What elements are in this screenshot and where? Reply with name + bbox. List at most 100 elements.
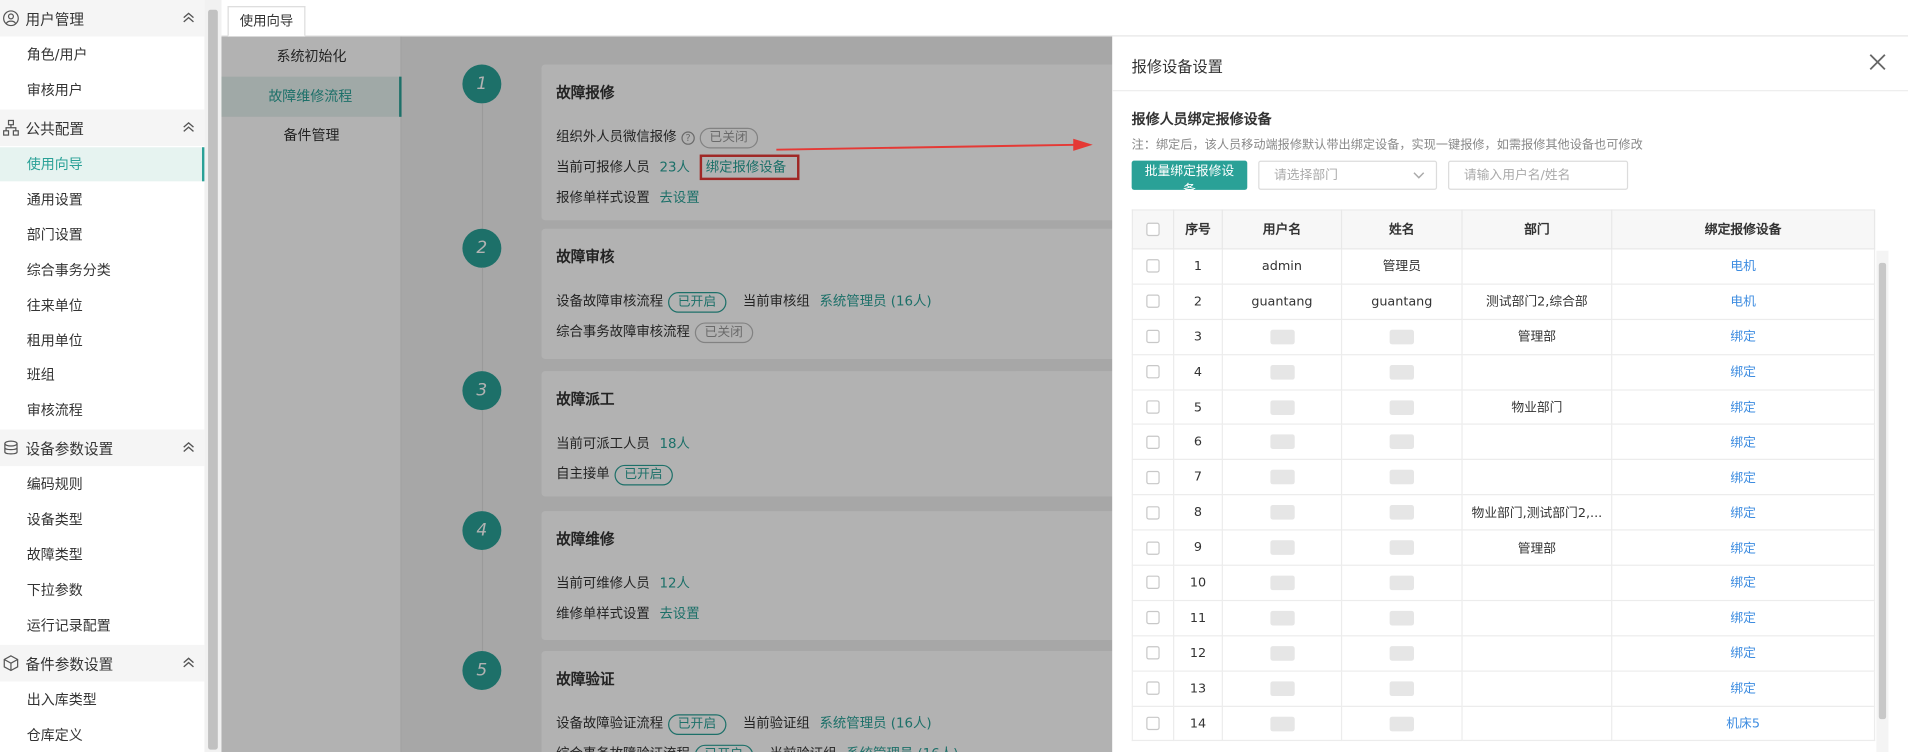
sidebar-item[interactable]: 部门设置	[0, 218, 204, 252]
sidebar-scrollbar[interactable]	[204, 0, 222, 752]
row-checkbox[interactable]	[1146, 681, 1160, 695]
bound-device-link[interactable]: 绑定	[1611, 353, 1876, 391]
user-search-input[interactable]	[1448, 160, 1629, 190]
bound-device-link[interactable]: 绑定	[1611, 494, 1876, 531]
username-cell	[1221, 670, 1343, 707]
bound-device-link[interactable]: 绑定	[1611, 529, 1876, 566]
username-cell	[1221, 634, 1343, 672]
drawer-title: 报修设备设置	[1131, 57, 1223, 76]
name-cell	[1340, 459, 1463, 496]
chevron-up-icon[interactable]	[181, 655, 196, 670]
tab-bar: 使用向导	[221, 0, 1908, 37]
row-checkbox[interactable]	[1146, 330, 1160, 344]
bound-device-link[interactable]: 绑定	[1611, 564, 1876, 602]
bound-device-link[interactable]: 绑定	[1611, 670, 1876, 707]
row-checkbox[interactable]	[1146, 611, 1160, 625]
close-icon[interactable]	[1867, 51, 1889, 73]
chevron-up-icon[interactable]	[181, 119, 196, 134]
bound-device-link[interactable]: 绑定	[1611, 388, 1876, 426]
cube-icon	[2, 655, 19, 672]
sidebar-scrollbar-thumb[interactable]	[208, 9, 218, 750]
name-cell	[1340, 424, 1463, 461]
row-checkbox[interactable]	[1146, 400, 1160, 414]
sidebar-group-label: 公共配置	[25, 119, 84, 137]
bound-device-link[interactable]: 绑定	[1611, 459, 1876, 496]
row-select-cell	[1131, 388, 1175, 426]
masked-text	[1269, 645, 1295, 661]
sidebar-item[interactable]: 角色/用户	[0, 38, 204, 72]
bound-device-link[interactable]: 绑定	[1611, 599, 1876, 637]
bound-device-link[interactable]: 绑定	[1611, 318, 1876, 355]
table-scrollbar-thumb[interactable]	[1878, 262, 1887, 720]
sidebar-item[interactable]: 通用设置	[0, 182, 204, 216]
chevron-down-icon	[1413, 172, 1425, 179]
department-cell	[1461, 353, 1613, 391]
row-number: 10	[1173, 564, 1223, 602]
row-select-cell	[1131, 318, 1175, 355]
masked-text	[1389, 505, 1414, 520]
bound-device-link[interactable]: 机床5	[1611, 705, 1876, 742]
table-row: 2 guantang guantang 测试部门2,综合部 电机	[1131, 283, 1876, 320]
sidebar-group-4[interactable]: 备件参数设置	[0, 644, 205, 682]
row-select-cell	[1131, 353, 1175, 391]
row-checkbox[interactable]	[1146, 540, 1160, 555]
row-number: 3	[1173, 318, 1223, 355]
row-checkbox[interactable]	[1146, 470, 1160, 485]
bound-device-link[interactable]: 电机	[1611, 248, 1876, 285]
select-all-cell	[1131, 209, 1175, 250]
sidebar-item[interactable]: 租用单位	[0, 323, 204, 357]
department-select[interactable]: 请选择部门	[1258, 160, 1438, 190]
batch-bind-button[interactable]: 批量绑定报修设备	[1131, 160, 1248, 197]
sidebar-item[interactable]: 审核用户	[0, 73, 204, 107]
bound-device-link[interactable]: 电机	[1611, 283, 1876, 320]
row-checkbox[interactable]	[1146, 435, 1160, 449]
tab-usage-guide[interactable]: 使用向导	[227, 6, 306, 37]
name-cell	[1340, 564, 1463, 602]
select-all-checkbox[interactable]	[1146, 222, 1160, 237]
row-checkbox[interactable]	[1146, 294, 1160, 309]
row-checkbox[interactable]	[1146, 259, 1160, 274]
row-checkbox[interactable]	[1146, 365, 1160, 379]
row-checkbox[interactable]	[1146, 505, 1160, 520]
sidebar-item[interactable]: 出入库类型	[0, 683, 204, 717]
department-cell: 物业部门	[1461, 388, 1613, 426]
sidebar-item[interactable]: 综合事务分类	[0, 253, 204, 287]
row-number: 5	[1173, 388, 1223, 426]
sidebar-group-2[interactable]: 公共配置	[0, 109, 205, 147]
masked-text	[1269, 540, 1295, 555]
sidebar-group-1[interactable]: 用户管理	[0, 0, 205, 37]
username-cell: guantang	[1221, 283, 1343, 320]
sidebar-item[interactable]: 编码规则	[0, 467, 204, 501]
department-select-placeholder: 请选择部门	[1274, 167, 1338, 183]
sidebar-item[interactable]: 故障类型	[0, 538, 204, 572]
row-checkbox[interactable]	[1146, 646, 1160, 660]
username-cell	[1221, 459, 1343, 496]
table-scrollbar[interactable]	[1876, 250, 1889, 752]
sidebar-item[interactable]: 使用向导	[0, 147, 205, 182]
sidebar-item[interactable]: 下拉参数	[0, 573, 204, 607]
masked-text	[1389, 364, 1414, 380]
row-number: 1	[1173, 248, 1223, 285]
row-select-cell	[1131, 424, 1175, 461]
name-cell	[1340, 599, 1463, 637]
masked-text	[1269, 470, 1295, 485]
table-row: 4 绑定	[1131, 353, 1876, 391]
sidebar-group-3[interactable]: 设备参数设置	[0, 429, 205, 467]
sidebar-item[interactable]: 设备类型	[0, 502, 204, 536]
row-checkbox[interactable]	[1146, 716, 1160, 731]
sidebar-item[interactable]: 往来单位	[0, 288, 204, 322]
department-cell	[1461, 459, 1613, 496]
bound-device-link[interactable]: 绑定	[1611, 424, 1876, 461]
sidebar-item[interactable]: 审核流程	[0, 393, 204, 427]
sidebar-item[interactable]: 运行记录配置	[0, 608, 204, 642]
name-cell: guantang	[1340, 283, 1463, 320]
chevron-up-icon[interactable]	[181, 10, 196, 25]
department-cell	[1461, 248, 1613, 285]
row-checkbox[interactable]	[1146, 576, 1160, 590]
masked-text	[1389, 716, 1414, 731]
sidebar-item[interactable]: 班组	[0, 358, 204, 392]
sidebar-item[interactable]: 仓库定义	[0, 718, 204, 752]
app-canvas: 用户管理 角色/用户 审核用户 公共配置 使用向导 通用设置 部门设置 综合事务分类 往来单位租…	[0, 0, 1908, 752]
chevron-up-icon[interactable]	[181, 439, 196, 454]
bound-device-link[interactable]: 绑定	[1611, 634, 1876, 672]
